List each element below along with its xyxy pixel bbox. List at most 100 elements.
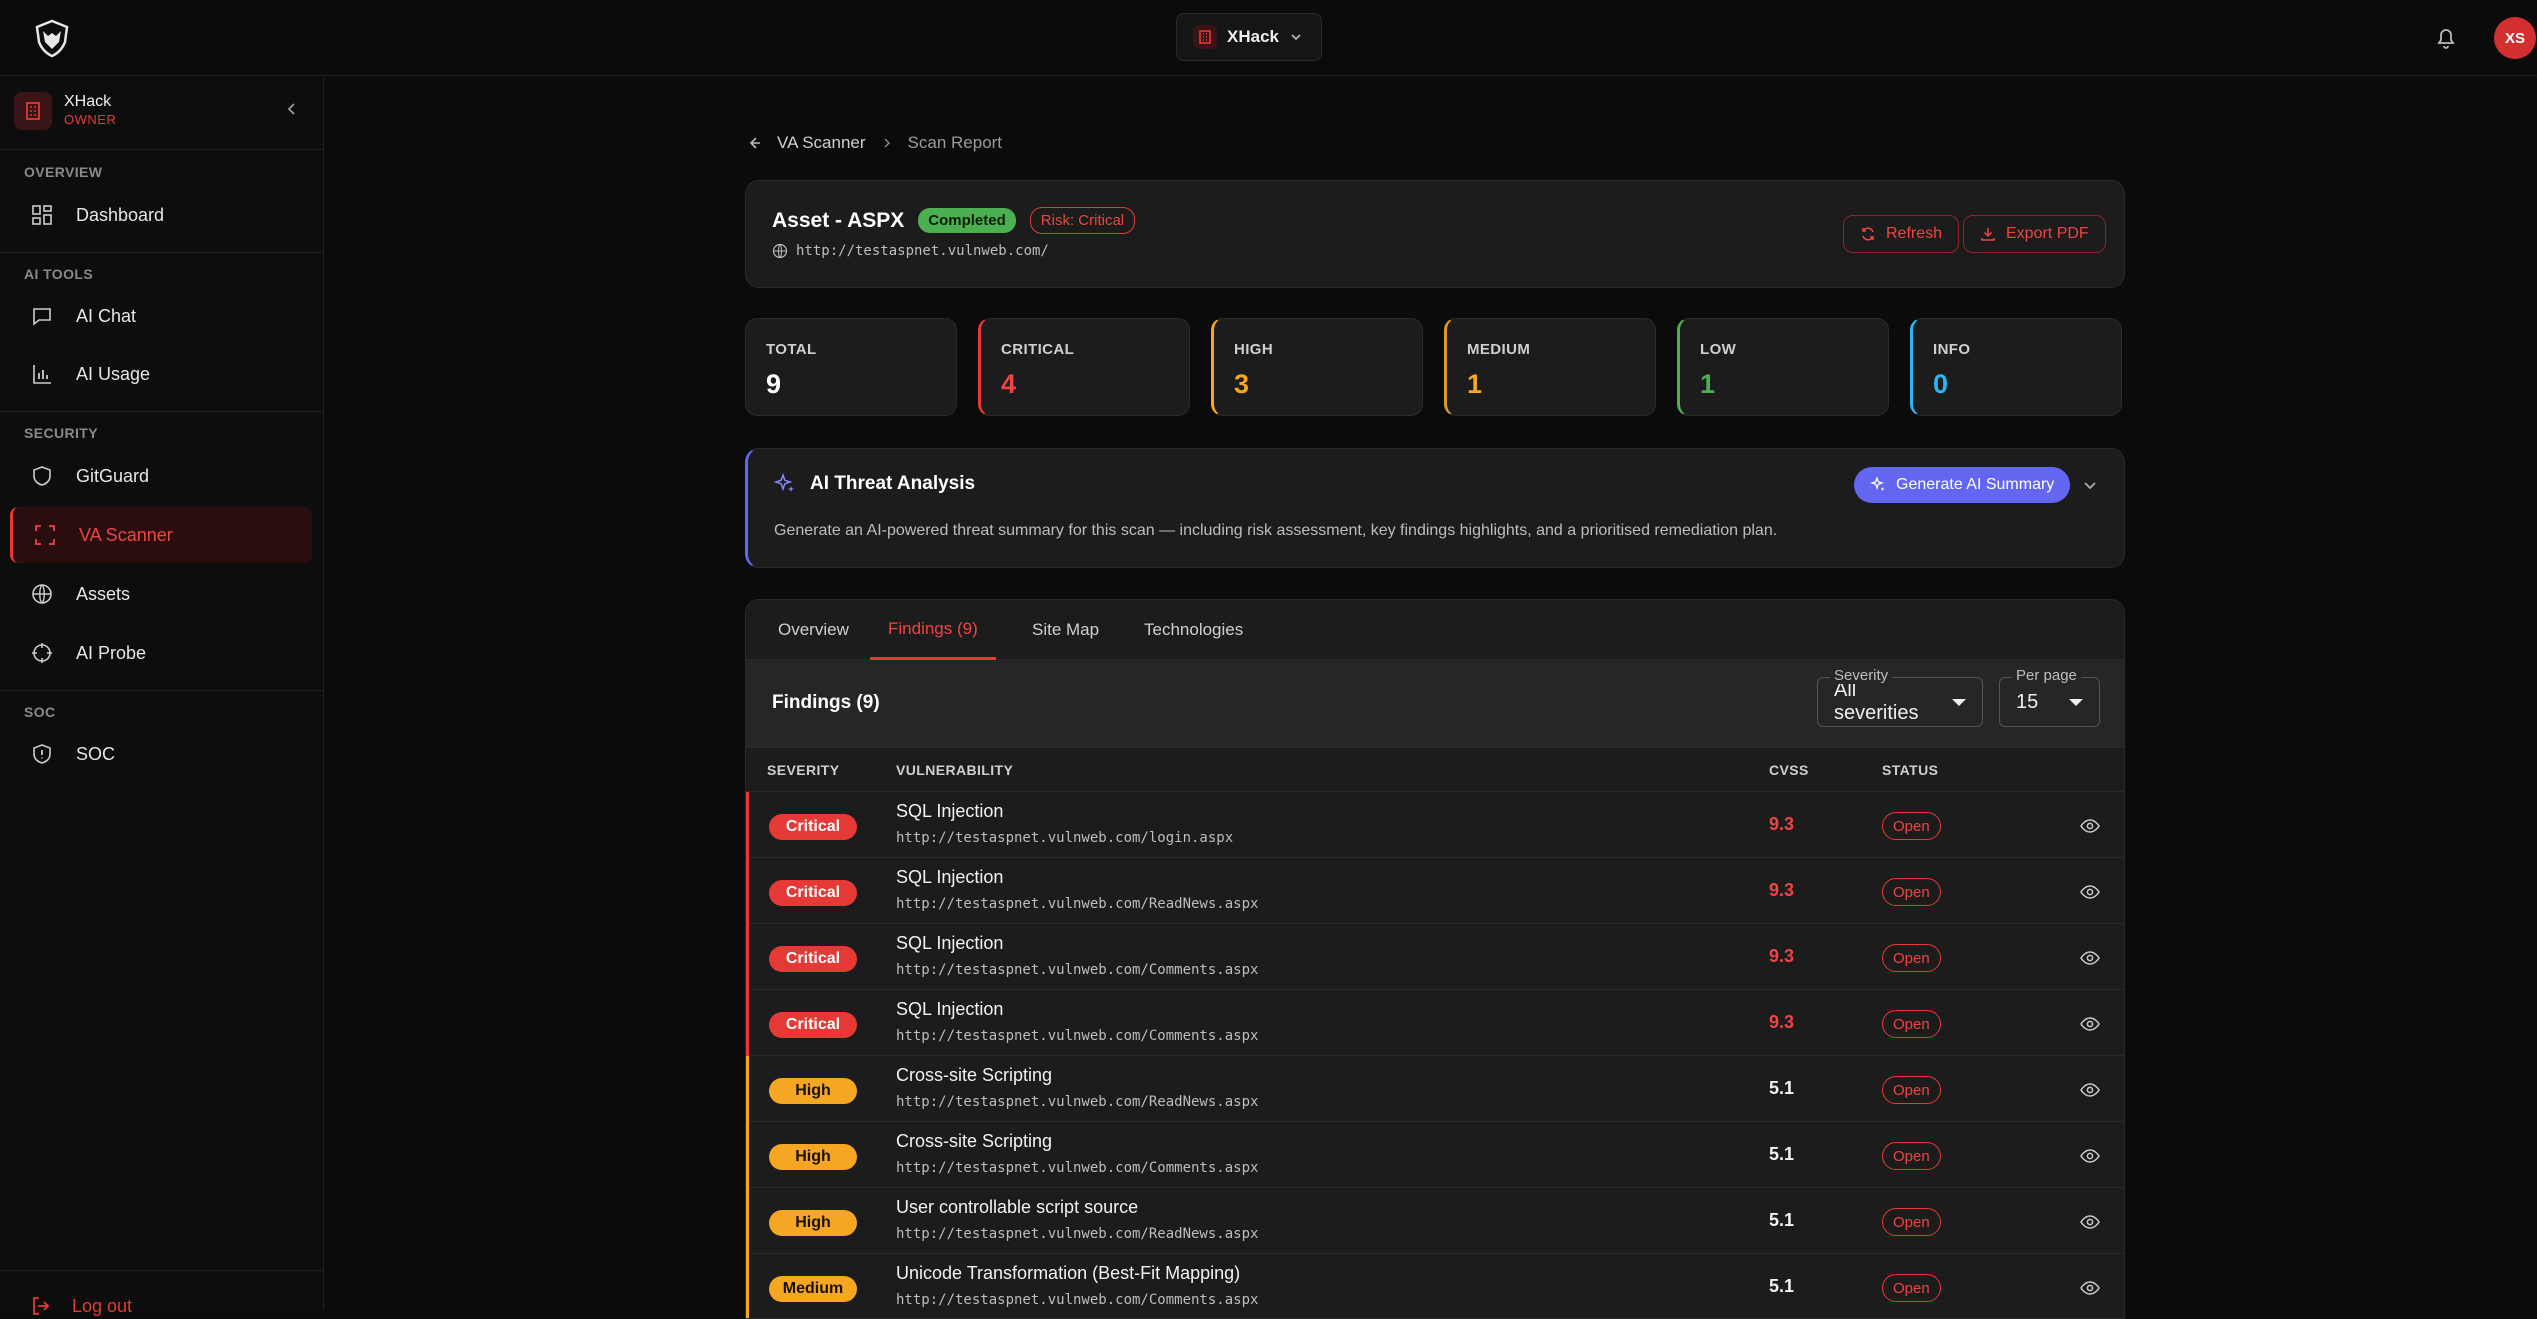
globe-icon <box>772 243 788 259</box>
per-page-select-value: 15 <box>2016 690 2039 713</box>
table-row[interactable]: Critical SQL Injection http://testaspnet.v… <box>746 858 2124 924</box>
per-page-select-legend: Per page <box>2012 667 2081 684</box>
cvss-score: 9.3 <box>1769 814 1795 834</box>
chevron-down-icon[interactable] <box>2078 473 2102 497</box>
table-row[interactable]: Critical SQL Injection http://testaspnet.v… <box>746 792 2124 858</box>
vulnerability-title[interactable]: User controllable script source <box>896 1197 1138 1218</box>
chat-icon <box>30 304 54 328</box>
tab-technologies[interactable]: Technologies <box>1126 600 1261 660</box>
sidebar-item-va-scanner[interactable]: VA Scanner <box>10 507 312 563</box>
generate-ai-summary-button[interactable]: Generate AI Summary <box>1854 467 2071 503</box>
eye-icon[interactable] <box>2079 1277 2101 1299</box>
sidebar-item-label: VA Scanner <box>79 524 173 545</box>
status-badge: Open <box>1882 1076 1941 1104</box>
shield-alert-icon <box>30 742 54 766</box>
avatar[interactable]: XS <box>2494 17 2536 59</box>
sidebar-item-ai-probe[interactable]: AI Probe <box>10 625 312 681</box>
arrow-left-icon[interactable] <box>745 134 763 152</box>
nav-section-overview: OVERVIEW <box>24 164 103 180</box>
eye-icon[interactable] <box>2079 1211 2101 1233</box>
column-header-severity[interactable]: SEVERITY <box>767 762 839 778</box>
eye-icon[interactable] <box>2079 1013 2101 1035</box>
shield-icon <box>30 464 54 488</box>
eye-icon[interactable] <box>2079 881 2101 903</box>
stat-label: HIGH <box>1234 341 1274 358</box>
column-header-status[interactable]: STATUS <box>1882 762 1938 778</box>
stat-label: TOTAL <box>766 341 817 358</box>
severity-bar <box>746 1254 749 1318</box>
sidebar-item-gitguard[interactable]: GitGuard <box>10 448 312 504</box>
vulnerability-url: http://testaspnet.vulnweb.com/Comments.a… <box>896 1028 1259 1044</box>
per-page-select[interactable]: Per page 15 <box>1999 667 2100 727</box>
stat-medium: MEDIUM 1 <box>1444 318 1656 416</box>
vulnerability-url: http://testaspnet.vulnweb.com/login.aspx <box>896 830 1234 846</box>
stat-value: 9 <box>766 369 782 399</box>
sidebar-item-label: SOC <box>76 743 116 764</box>
asset-url[interactable]: http://testaspnet.vulnweb.com/ <box>796 243 1049 259</box>
crosshair-icon <box>30 641 54 665</box>
eye-icon[interactable] <box>2079 1079 2101 1101</box>
eye-icon[interactable] <box>2079 1145 2101 1167</box>
table-row[interactable]: Critical SQL Injection http://testaspnet.v… <box>746 924 2124 990</box>
sidebar-item-soc[interactable]: SOC <box>10 726 312 782</box>
stat-high: HIGH 3 <box>1211 318 1423 416</box>
stat-label: LOW <box>1700 341 1737 358</box>
eye-icon[interactable] <box>2079 947 2101 969</box>
refresh-button[interactable]: Refresh <box>1843 215 1960 253</box>
caret-down-icon <box>1952 698 1966 706</box>
severity-badge: Critical <box>769 946 857 972</box>
stat-value: 0 <box>1933 369 1949 399</box>
vulnerability-title[interactable]: Unicode Transformation (Best-Fit Mapping… <box>896 1263 1240 1284</box>
table-row[interactable]: Medium Unicode Transformation (Best-Fit M… <box>746 1254 2124 1318</box>
nav-section-soc: SOC <box>24 704 56 720</box>
tab-findings[interactable]: Findings (9) <box>870 600 996 660</box>
vulnerability-title[interactable]: SQL Injection <box>896 867 1003 888</box>
sidebar-item-ai-chat[interactable]: AI Chat <box>10 288 312 344</box>
logout-button[interactable]: Log out <box>30 1295 132 1317</box>
table-row[interactable]: Critical SQL Injection http://testaspnet.v… <box>746 990 2124 1056</box>
app-logo-icon[interactable] <box>32 18 72 58</box>
vulnerability-title[interactable]: SQL Injection <box>896 933 1003 954</box>
severity-badge: Critical <box>769 1012 857 1038</box>
status-badge: Open <box>1882 944 1941 972</box>
stat-value: 1 <box>1467 369 1483 399</box>
findings-header: Findings (9) Severity All severities Per… <box>746 660 2124 748</box>
bell-icon[interactable] <box>2432 24 2460 52</box>
breadcrumb-link[interactable]: VA Scanner <box>777 133 866 153</box>
severity-bar <box>746 1122 749 1188</box>
vulnerability-title[interactable]: SQL Injection <box>896 801 1003 822</box>
status-badge: Open <box>1882 812 1941 840</box>
severity-select-legend: Severity <box>1830 667 1893 684</box>
org-switcher[interactable]: XHack OWNER <box>14 89 314 133</box>
status-badge: Open <box>1882 1010 1941 1038</box>
breadcrumb-current: Scan Report <box>907 133 1003 152</box>
workspace-switcher[interactable]: XHack <box>1176 13 1322 61</box>
severity-badge: High <box>769 1210 857 1236</box>
table-row[interactable]: High User controllable script source http:… <box>746 1188 2124 1254</box>
sidebar-item-assets[interactable]: Assets <box>10 566 312 622</box>
refresh-icon <box>1860 226 1876 242</box>
severity-bar <box>746 924 749 990</box>
sidebar-item-ai-usage[interactable]: AI Usage <box>10 346 312 402</box>
sidebar-item-dashboard[interactable]: Dashboard <box>10 187 312 243</box>
export-pdf-button[interactable]: Export PDF <box>1963 215 2106 253</box>
logout-label: Log out <box>72 1295 133 1316</box>
tab-overview[interactable]: Overview <box>760 600 867 660</box>
sidebar-item-label: GitGuard <box>76 465 150 486</box>
vulnerability-title[interactable]: SQL Injection <box>896 999 1003 1020</box>
collapse-sidebar-icon[interactable] <box>280 97 304 121</box>
table-row[interactable]: High Cross-site Scripting http://testaspne… <box>746 1056 2124 1122</box>
vulnerability-title[interactable]: Cross-site Scripting <box>896 1131 1052 1152</box>
table-row[interactable]: High Cross-site Scripting http://testaspne… <box>746 1122 2124 1188</box>
column-header-cvss[interactable]: CVSS <box>1769 762 1809 778</box>
vulnerability-url: http://testaspnet.vulnweb.com/Comments.a… <box>896 1160 1259 1176</box>
stat-label: MEDIUM <box>1467 341 1531 358</box>
eye-icon[interactable] <box>2079 815 2101 837</box>
cvss-score: 9.3 <box>1769 946 1795 966</box>
column-header-vulnerability[interactable]: VULNERABILITY <box>896 762 1013 778</box>
tab-site-map[interactable]: Site Map <box>1014 600 1117 660</box>
cvss-score: 5.1 <box>1769 1144 1795 1164</box>
refresh-label: Refresh <box>1886 225 1943 242</box>
severity-select[interactable]: Severity All severities <box>1817 667 1983 727</box>
vulnerability-title[interactable]: Cross-site Scripting <box>896 1065 1052 1086</box>
